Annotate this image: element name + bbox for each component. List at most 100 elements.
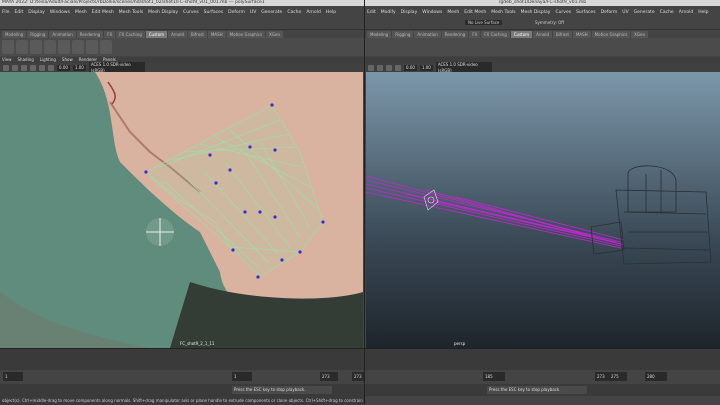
menu-windows[interactable]: Windows: [50, 10, 70, 15]
menu-generate[interactable]: Generate: [261, 10, 282, 15]
menu-mesh[interactable]: Mesh: [447, 10, 459, 15]
camera-icon[interactable]: [368, 64, 374, 71]
range-end-field[interactable]: 273: [352, 372, 364, 381]
live-surface-select[interactable]: No Live Surface: [465, 20, 503, 25]
menu-uv[interactable]: UV: [622, 10, 628, 15]
shaded-icon[interactable]: [395, 64, 401, 71]
wireframe-icon[interactable]: [21, 64, 27, 71]
menu-generate[interactable]: Generate: [634, 10, 655, 15]
tab-modeling[interactable]: Modeling: [2, 31, 27, 38]
light-icon[interactable]: [48, 64, 54, 71]
menu-mesh-display[interactable]: Mesh Display: [521, 10, 551, 15]
tab-bifrost[interactable]: Bifrost: [553, 31, 572, 38]
tab-bifrost[interactable]: Bifrost: [188, 31, 207, 38]
menu-edit[interactable]: Edit: [367, 10, 376, 15]
range-inner-start-field[interactable]: 1: [232, 372, 252, 381]
shelf-tool-icon[interactable]: [16, 40, 28, 54]
tab-motion-graphics[interactable]: Motion Graphics: [591, 31, 631, 38]
camera-label: persp: [454, 341, 466, 346]
menu-edit-mesh[interactable]: Edit Mesh: [92, 10, 114, 15]
tab-xgen[interactable]: XGen: [266, 31, 284, 38]
neck-plate-image: [0, 72, 363, 348]
tab-motion-graphics[interactable]: Motion Graphics: [226, 31, 266, 38]
grid-icon[interactable]: [377, 64, 383, 71]
tab-xgen[interactable]: XGen: [631, 31, 649, 38]
shelf-icons: [365, 38, 720, 56]
tab-rigging[interactable]: Rigging: [27, 31, 49, 38]
menu-display[interactable]: Display: [401, 10, 418, 15]
range-start-field[interactable]: 185: [483, 372, 505, 381]
menu-cache[interactable]: Cache: [287, 10, 301, 15]
tab-fx[interactable]: FX: [104, 31, 116, 38]
menu-surfaces[interactable]: Surfaces: [204, 10, 224, 15]
viewport-persp[interactable]: persp: [366, 72, 720, 348]
shelf-tool-icon[interactable]: [44, 40, 56, 54]
tab-mash[interactable]: MASH: [207, 31, 226, 38]
range-end-field[interactable]: 280: [645, 372, 667, 381]
menu-uv[interactable]: UV: [250, 10, 256, 15]
exposure-field[interactable]: 0.00: [404, 64, 417, 71]
menu-arnold[interactable]: Arnold: [679, 10, 694, 15]
shelf-tool-icon[interactable]: [2, 40, 14, 54]
grid-icon[interactable]: [12, 64, 18, 71]
menu-deform[interactable]: Deform: [601, 10, 618, 15]
exposure-field[interactable]: 0.00: [57, 64, 70, 71]
shelf-tool-icon[interactable]: [100, 40, 112, 54]
shaded-icon[interactable]: [30, 64, 36, 71]
menu-mesh-display[interactable]: Mesh Display: [148, 10, 178, 15]
right-maya-window: /gdeb_shot1/Denaya/FC-shot9_v01.mb Edit …: [364, 0, 720, 405]
camera-icon[interactable]: [3, 64, 9, 71]
shelf-tool-icon[interactable]: [58, 40, 70, 54]
menu-edit-mesh[interactable]: Edit Mesh: [464, 10, 486, 15]
range-inner-end-field[interactable]: 275: [609, 372, 627, 381]
time-slider[interactable]: [0, 348, 364, 370]
gamma-field[interactable]: 1.00: [419, 64, 433, 71]
menu-display[interactable]: Display: [28, 10, 45, 15]
menu-cache[interactable]: Cache: [660, 10, 674, 15]
menu-surfaces[interactable]: Surfaces: [576, 10, 596, 15]
menu-edit[interactable]: Edit: [15, 10, 24, 15]
tab-custom[interactable]: Custom: [510, 31, 533, 38]
tab-custom[interactable]: Custom: [145, 31, 168, 38]
menu-file[interactable]: File: [2, 10, 10, 15]
menu-modify[interactable]: Modify: [381, 10, 396, 15]
range-start-field[interactable]: 1: [3, 372, 23, 381]
window-title: MAYA 2022: D:/tesla/Adult/Facials/Projec…: [0, 0, 364, 6]
tab-animation[interactable]: Animation: [49, 31, 76, 38]
menu-deform[interactable]: Deform: [228, 10, 245, 15]
range-inner-end-field[interactable]: 273: [320, 372, 338, 381]
tab-arnold[interactable]: Arnold: [168, 31, 188, 38]
menu-help[interactable]: Help: [326, 10, 336, 15]
symmetry-select[interactable]: Symmetry: Off: [535, 20, 564, 25]
texture-icon[interactable]: [39, 64, 45, 71]
tab-rigging[interactable]: Rigging: [392, 31, 414, 38]
shelf-tool-icon[interactable]: [86, 40, 98, 54]
gamma-field[interactable]: 1.00: [72, 64, 86, 71]
viewport-camera-plate[interactable]: FC_shot9_2_1_11: [0, 72, 363, 348]
menu-mesh-tools[interactable]: Mesh Tools: [119, 10, 143, 15]
menu-mesh[interactable]: Mesh: [75, 10, 87, 15]
tab-mash[interactable]: MASH: [572, 31, 591, 38]
range-slider[interactable]: [0, 370, 364, 384]
shelf-tabs: Modeling Rigging Animation Rendering FX …: [365, 31, 720, 38]
tab-rendering[interactable]: Rendering: [441, 31, 469, 38]
tab-fx-caching[interactable]: FX Caching: [481, 31, 510, 38]
tab-fx-caching[interactable]: FX Caching: [116, 31, 145, 38]
tab-fx[interactable]: FX: [469, 31, 481, 38]
left-maya-window: MAYA 2022: D:/tesla/Adult/Facials/Projec…: [0, 0, 364, 405]
menu-mesh-tools[interactable]: Mesh Tools: [491, 10, 515, 15]
tab-rendering[interactable]: Rendering: [76, 31, 104, 38]
menu-help[interactable]: Help: [698, 10, 708, 15]
menu-curves[interactable]: Curves: [183, 10, 199, 15]
tab-arnold[interactable]: Arnold: [533, 31, 553, 38]
shelf-tool-icon[interactable]: [72, 40, 84, 54]
shelf-tool-icon[interactable]: [30, 40, 42, 54]
menu-windows[interactable]: Windows: [422, 10, 442, 15]
time-slider[interactable]: [365, 348, 720, 370]
tab-animation[interactable]: Animation: [414, 31, 441, 38]
menu-curves[interactable]: Curves: [555, 10, 571, 15]
tab-modeling[interactable]: Modeling: [367, 31, 392, 38]
menu-arnold[interactable]: Arnold: [306, 10, 321, 15]
status-line: No Live Surface Symmetry: Off: [365, 18, 720, 30]
wireframe-icon[interactable]: [386, 64, 392, 71]
